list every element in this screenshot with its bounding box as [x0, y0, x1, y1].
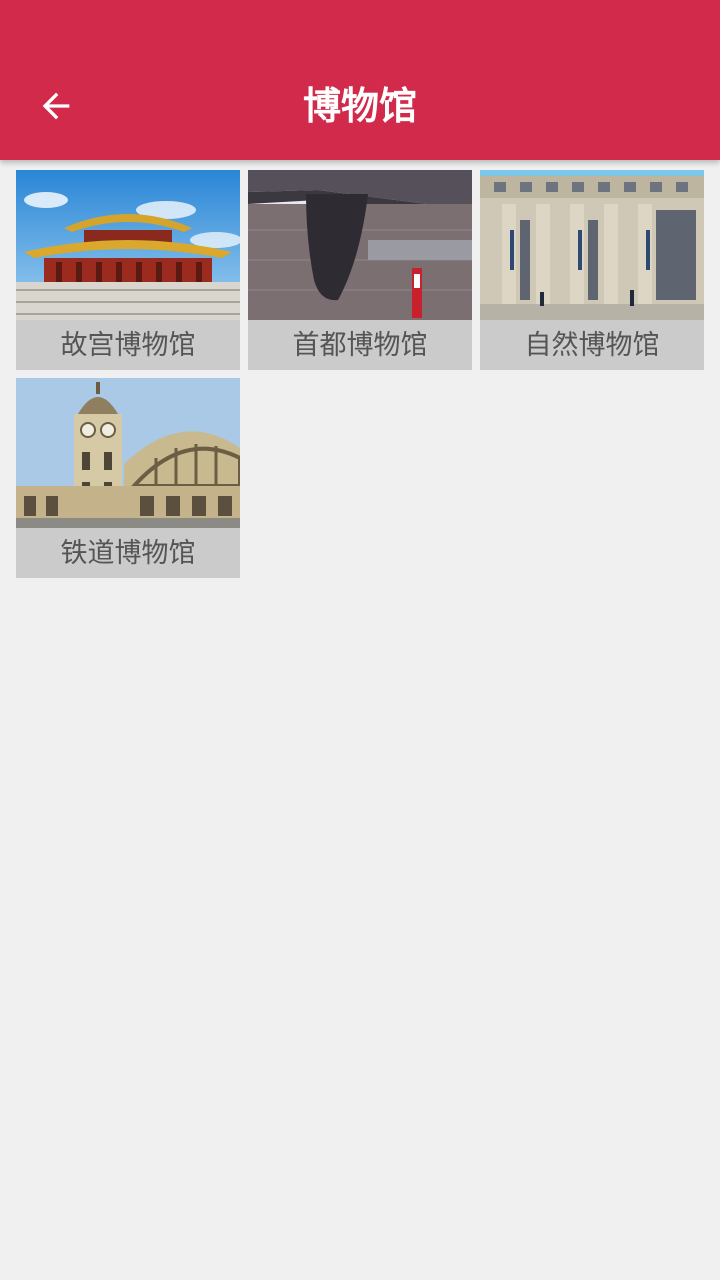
museum-name: 首都博物馆: [292, 330, 428, 361]
capital-museum-photo: [248, 170, 472, 320]
museum-name: 铁道博物馆: [60, 538, 196, 569]
museum-name: 故宫博物馆: [60, 330, 196, 361]
natural-history-museum-photo: [480, 170, 704, 320]
page-title: 博物馆: [302, 84, 417, 128]
museum-tile-capital[interactable]: 首都博物馆: [248, 170, 472, 370]
railway-museum-photo: [16, 378, 240, 528]
museum-name: 自然博物馆: [524, 330, 660, 361]
arrow-left-icon: [42, 92, 70, 120]
back-button[interactable]: [28, 78, 84, 134]
museum-tile-palace[interactable]: 故宫博物馆: [16, 170, 240, 370]
app-bar: 博物馆: [0, 0, 720, 160]
forbidden-city-palace-photo: [16, 170, 240, 320]
museum-tile-railway[interactable]: 铁道博物馆: [16, 378, 240, 578]
museum-tile-natural[interactable]: 自然博物馆: [480, 170, 704, 370]
